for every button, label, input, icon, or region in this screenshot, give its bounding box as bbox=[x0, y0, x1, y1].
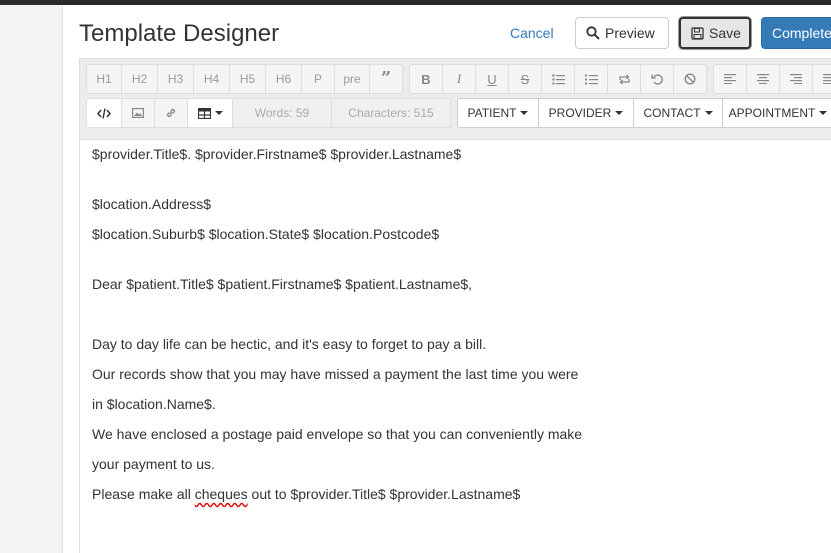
image-icon bbox=[132, 108, 144, 118]
align-justify-button[interactable] bbox=[812, 64, 831, 94]
editor-line-body-4: We have enclosed a postage paid envelope… bbox=[92, 426, 583, 442]
clear-format-button[interactable] bbox=[673, 64, 707, 94]
cancel-link[interactable]: Cancel bbox=[510, 25, 554, 41]
chevron-down-icon bbox=[819, 111, 828, 115]
contact-dropdown[interactable]: CONTACT bbox=[633, 98, 723, 128]
bullet-list-icon bbox=[551, 73, 565, 85]
toolbar-row-1: H1 H2 H3 H4 H5 H6 P pre ” B I U S bbox=[86, 64, 831, 94]
provider-dropdown-label: PROVIDER bbox=[548, 106, 612, 120]
insert-group: Words: 59 Characters: 515 bbox=[86, 98, 451, 128]
align-right-button[interactable] bbox=[779, 64, 813, 94]
merge-field-dropdowns: PATIENT PROVIDER CONTACT APPOINTMENT bbox=[457, 98, 831, 128]
h1-button[interactable]: H1 bbox=[86, 64, 122, 94]
toolbar-row-2: Words: 59 Characters: 515 PATIENT PROVID… bbox=[86, 98, 831, 128]
code-icon bbox=[97, 107, 111, 119]
align-left-icon bbox=[724, 74, 736, 84]
editor-line-address: $location.Address$ bbox=[92, 196, 212, 212]
save-label: Save bbox=[709, 25, 741, 41]
appointment-dropdown[interactable]: APPOINTMENT bbox=[722, 98, 831, 128]
chevron-down-icon bbox=[704, 111, 713, 115]
editor-line-body-2: Our records show that you may have misse… bbox=[92, 366, 579, 382]
align-center-button[interactable] bbox=[746, 64, 780, 94]
undo-icon bbox=[651, 73, 663, 85]
appointment-dropdown-label: APPOINTMENT bbox=[728, 106, 816, 120]
h6-button[interactable]: H6 bbox=[265, 64, 302, 94]
search-icon bbox=[586, 26, 600, 40]
template-editor[interactable]: $provider.Title$. $provider.Firstname$ $… bbox=[79, 139, 831, 553]
blockquote-button[interactable]: ” bbox=[369, 64, 403, 94]
patient-dropdown-label: PATIENT bbox=[467, 106, 517, 120]
h2-button[interactable]: H2 bbox=[121, 64, 158, 94]
code-view-button[interactable] bbox=[86, 98, 122, 128]
contact-dropdown-label: CONTACT bbox=[643, 106, 701, 120]
link-icon bbox=[165, 107, 177, 119]
numbered-list-icon bbox=[584, 74, 598, 85]
page-title: Template Designer bbox=[79, 20, 280, 47]
floppy-disk-icon bbox=[691, 26, 704, 40]
editor-line-body-5: your payment to us. bbox=[92, 456, 215, 472]
bold-icon: B bbox=[421, 71, 431, 87]
bullet-list-button[interactable] bbox=[541, 64, 575, 94]
paragraph-button[interactable]: P bbox=[301, 64, 335, 94]
ban-icon bbox=[684, 73, 696, 85]
italic-icon: I bbox=[456, 71, 462, 86]
editor-line-salutation: Dear $patient.Title$ $patient.Firstname$… bbox=[92, 276, 473, 292]
heading-group: H1 H2 H3 H4 H5 H6 P pre ” bbox=[86, 64, 403, 94]
repeat-icon bbox=[618, 74, 631, 85]
strikethrough-button[interactable]: S bbox=[508, 64, 542, 94]
insert-link-button[interactable] bbox=[154, 98, 188, 128]
word-count: Words: 59 bbox=[232, 98, 332, 128]
editor-line-provider: $provider.Title$. $provider.Firstname$ $… bbox=[92, 146, 462, 162]
editor-line-body-1: Day to day life can be hectic, and it's … bbox=[92, 336, 487, 352]
table-icon bbox=[197, 107, 211, 119]
editor-line-body-3: in $location.Name$. bbox=[92, 396, 216, 412]
align-justify-icon bbox=[823, 74, 831, 84]
template-designer-panel: Template Designer Cancel Preview Save Co… bbox=[62, 5, 831, 553]
numbered-list-button[interactable] bbox=[574, 64, 608, 94]
h5-button[interactable]: H5 bbox=[229, 64, 266, 94]
bold-button[interactable]: B bbox=[409, 64, 443, 94]
align-right-icon bbox=[790, 74, 802, 84]
underline-icon: U bbox=[487, 71, 497, 87]
undo-button[interactable] bbox=[640, 64, 674, 94]
provider-dropdown[interactable]: PROVIDER bbox=[538, 98, 634, 128]
editor-line-body-6: Please make all cheques out to $provider… bbox=[92, 486, 520, 502]
line-text-end: out to $provider.Title$ $provider.Lastna… bbox=[247, 486, 521, 502]
character-count: Characters: 515 bbox=[331, 98, 451, 128]
misspelled-word: cheques bbox=[194, 486, 248, 502]
repeat-button[interactable] bbox=[607, 64, 641, 94]
insert-table-button[interactable] bbox=[187, 98, 233, 128]
strikethrough-icon: S bbox=[520, 71, 530, 87]
align-left-button[interactable] bbox=[713, 64, 747, 94]
complete-button[interactable]: Complete bbox=[761, 17, 831, 49]
save-button[interactable]: Save bbox=[679, 17, 751, 49]
insert-image-button[interactable] bbox=[121, 98, 155, 128]
preview-label: Preview bbox=[605, 25, 655, 41]
editor-line-suburb: $location.Suburb$ $location.State$ $loca… bbox=[92, 226, 440, 242]
editor-toolbar: H1 H2 H3 H4 H5 H6 P pre ” B I U S Words:… bbox=[79, 58, 831, 139]
chevron-down-icon bbox=[214, 111, 223, 115]
line-text-start: Please make all bbox=[92, 486, 195, 502]
chevron-down-icon bbox=[520, 111, 529, 115]
h3-button[interactable]: H3 bbox=[157, 64, 194, 94]
h4-button[interactable]: H4 bbox=[193, 64, 230, 94]
quote-icon: ” bbox=[380, 68, 392, 89]
patient-dropdown[interactable]: PATIENT bbox=[457, 98, 539, 128]
preview-button[interactable]: Preview bbox=[575, 17, 669, 49]
align-center-icon bbox=[757, 74, 769, 84]
pre-button[interactable]: pre bbox=[334, 64, 370, 94]
italic-button[interactable]: I bbox=[442, 64, 476, 94]
align-group bbox=[713, 64, 831, 94]
chevron-down-icon bbox=[615, 111, 624, 115]
underline-button[interactable]: U bbox=[475, 64, 509, 94]
format-group: B I U S bbox=[409, 64, 707, 94]
